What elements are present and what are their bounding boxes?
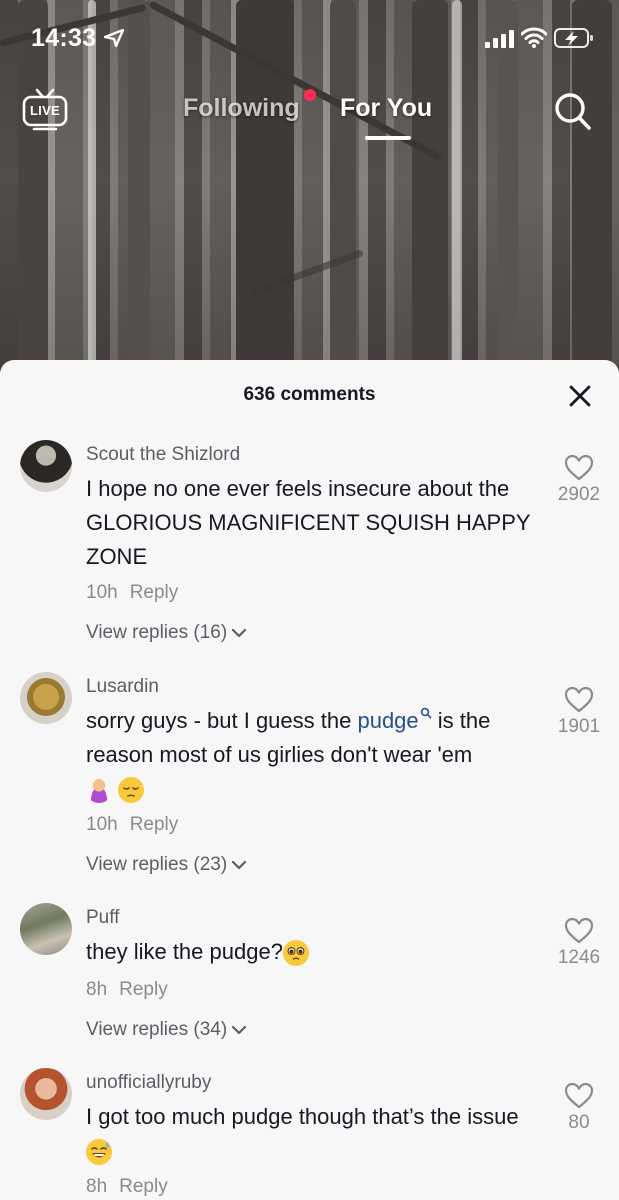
heart-outline-icon — [564, 1082, 594, 1109]
comment-time: 10h — [86, 582, 118, 603]
comment-meta: 8h Reply — [86, 979, 168, 1001]
like-button[interactable]: 1246 — [545, 917, 613, 969]
avatar[interactable] — [20, 672, 72, 724]
chevron-down-icon — [232, 628, 247, 638]
grinning-sweat-emoji-icon — [86, 1139, 112, 1166]
status-bar: 14:33 — [0, 0, 619, 70]
comment-text-part: I got too much pudge though that’s the i… — [86, 1104, 519, 1129]
reply-button[interactable]: Reply — [130, 814, 179, 835]
reply-button[interactable]: Reply — [119, 979, 168, 1000]
pensive-face-emoji-icon — [118, 777, 145, 804]
reply-button[interactable]: Reply — [130, 582, 179, 603]
view-replies-button[interactable]: View replies (16) — [86, 622, 247, 644]
heart-outline-icon — [564, 454, 594, 481]
comment-text-part: sorry guys - but I guess the — [86, 708, 358, 733]
pleading-face-emoji-icon — [282, 940, 309, 967]
comment-meta: 10h Reply — [86, 582, 178, 604]
chevron-down-icon — [232, 860, 247, 870]
following-notification-dot — [304, 89, 316, 101]
like-button[interactable]: 1901 — [545, 686, 613, 738]
avatar[interactable] — [20, 1068, 72, 1120]
comment-time: 8h — [86, 1176, 108, 1197]
cellular-signal-icon — [485, 30, 514, 48]
search-icon[interactable] — [553, 90, 593, 132]
avatar[interactable] — [20, 440, 72, 492]
location-arrow-icon — [104, 29, 124, 47]
view-replies-button[interactable]: View replies (34) — [86, 1019, 247, 1041]
search-small-icon — [420, 707, 431, 719]
comments-count-title: 636 comments — [243, 384, 376, 405]
active-tab-indicator — [365, 136, 411, 140]
tab-for-you[interactable]: For You — [340, 94, 432, 123]
comment-time: 10h — [86, 814, 118, 835]
battery-charging-icon — [554, 28, 593, 48]
live-label: LIVE — [29, 103, 61, 118]
comment-username[interactable]: Puff — [86, 907, 119, 929]
like-count: 80 — [568, 1112, 590, 1133]
comment-username[interactable]: Lusardin — [86, 676, 159, 698]
comment-text-part: they like the pudge? — [86, 939, 283, 964]
comment-meta: 8h Reply — [86, 1176, 168, 1198]
search-keyword-label: pudge — [357, 708, 419, 733]
like-button[interactable]: 80 — [545, 1082, 613, 1134]
comment-text: they like the pudge? — [86, 935, 546, 969]
like-count: 1901 — [557, 716, 601, 737]
comment-text: I got too much pudge though that’s the i… — [86, 1100, 546, 1168]
woman-shrugging-emoji-icon — [86, 777, 112, 804]
close-icon[interactable] — [568, 384, 592, 408]
comment-text: I hope no one ever feels insecure about … — [86, 476, 531, 569]
wifi-icon — [521, 27, 547, 48]
like-count: 1246 — [557, 947, 601, 968]
like-count: 2902 — [557, 484, 601, 505]
view-replies-label: View replies (16) — [86, 622, 228, 643]
view-replies-label: View replies (34) — [86, 1019, 228, 1040]
chevron-down-icon — [232, 1025, 247, 1035]
tab-following[interactable]: Following — [183, 94, 300, 123]
heart-outline-icon — [564, 686, 594, 713]
status-time: 14:33 — [31, 24, 97, 52]
view-replies-button[interactable]: View replies (23) — [86, 854, 247, 876]
like-button[interactable]: 2902 — [545, 454, 613, 506]
comment-username[interactable]: unofficiallyruby — [86, 1072, 211, 1094]
comments-sheet: 636 comments Scout the Shizlord I hope n… — [0, 360, 619, 1200]
comment-text: sorry guys - but I guess the pudge is th… — [86, 704, 546, 806]
comment-username[interactable]: Scout the Shizlord — [86, 444, 240, 466]
reply-button[interactable]: Reply — [119, 1176, 168, 1197]
heart-outline-icon — [564, 917, 594, 944]
avatar[interactable] — [20, 903, 72, 955]
comment-meta: 10h Reply — [86, 814, 178, 836]
search-keyword-link[interactable]: pudge — [357, 707, 431, 733]
view-replies-label: View replies (23) — [86, 854, 228, 875]
live-button[interactable]: LIVE — [22, 88, 68, 132]
comment-time: 8h — [86, 979, 108, 1000]
